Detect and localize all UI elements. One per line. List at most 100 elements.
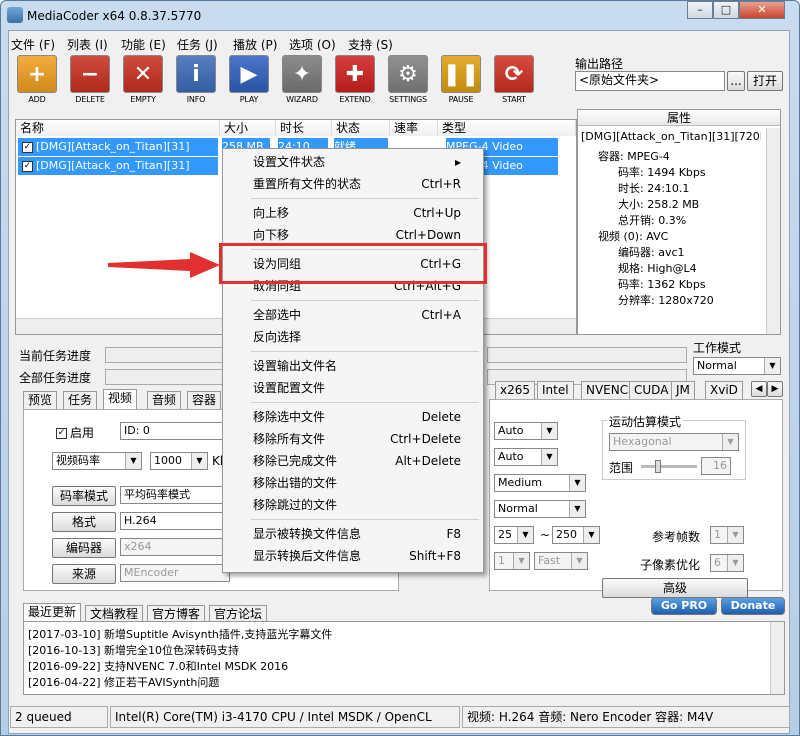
news-item[interactable]: [2016-10-13] 新增完全10位色深转码支持 xyxy=(28,642,239,658)
col-type[interactable]: 类型 xyxy=(438,120,576,136)
tab-video[interactable]: 视频 xyxy=(103,389,138,409)
x264-combo-7[interactable]: 1 ▼ xyxy=(494,552,530,570)
range-slider[interactable] xyxy=(641,460,697,473)
tab-audio[interactable]: 音频 xyxy=(147,391,182,409)
menu-list[interactable]: 列表 (I) xyxy=(67,36,108,53)
rate-mode-button[interactable]: 码率模式 xyxy=(52,486,116,506)
col-name[interactable]: 名称 xyxy=(16,120,220,136)
empty-button[interactable]: ✕ EMPTY xyxy=(119,55,167,107)
context-menu-item[interactable]: 设置文件状态 ▸ xyxy=(223,151,483,173)
menu-task[interactable]: 任务 (J) xyxy=(177,36,218,53)
format-value[interactable]: H.264 xyxy=(120,512,230,530)
col-rate[interactable]: 速率 xyxy=(390,120,438,136)
extend-button[interactable]: ✚ EXTEND xyxy=(331,55,379,107)
menu-function[interactable]: 功能 (E) xyxy=(121,36,166,53)
open-button[interactable]: 打开 xyxy=(747,71,783,91)
tab-cuda[interactable]: CUDA xyxy=(629,381,674,399)
context-menu-item[interactable]: 移除跳过的文件 xyxy=(223,494,483,516)
news-scrollbar[interactable] xyxy=(770,622,784,694)
context-menu-item[interactable]: 显示被转换文件信息 F8 xyxy=(223,523,483,545)
keyint-min-select[interactable]: 25 ▼ xyxy=(494,526,534,544)
subpel-select[interactable]: 6 ▼ xyxy=(710,554,744,572)
range-slider-thumb[interactable] xyxy=(655,460,661,473)
settings-button[interactable]: ⚙ SETTINGS xyxy=(384,55,432,107)
context-menu-item[interactable]: 显示转换后文件信息 Shift+F8 xyxy=(223,545,483,567)
output-path-input[interactable]: <原始文件夹> xyxy=(575,71,725,91)
context-menu-item[interactable]: 反向选择 xyxy=(223,326,483,348)
col-duration[interactable]: 时长 xyxy=(276,120,332,136)
tab-jm[interactable]: JM xyxy=(671,381,695,399)
workmode-select[interactable]: Normal ▼ xyxy=(693,357,781,375)
properties-scrollbar[interactable] xyxy=(766,128,780,334)
add-button[interactable]: + ADD xyxy=(13,55,61,107)
row-checkbox[interactable]: ✓ xyxy=(22,141,33,153)
donate-button[interactable]: Donate xyxy=(721,597,785,615)
pause-button[interactable]: ❚❚ PAUSE xyxy=(437,55,485,107)
prop-container[interactable]: 容器: MPEG-4 xyxy=(598,148,670,164)
col-size[interactable]: 大小 xyxy=(220,120,276,136)
tab-scroll-left-icon[interactable]: ◀ xyxy=(751,381,767,397)
start-button[interactable]: ⟳ START xyxy=(490,55,538,107)
tab-container[interactable]: 容器 xyxy=(187,391,222,409)
encoder-button[interactable]: 编码器 xyxy=(52,538,116,558)
format-button[interactable]: 格式 xyxy=(52,512,116,532)
source-value[interactable]: MEncoder xyxy=(120,564,230,582)
file-row-1[interactable]: ✓[DMG][Attack_on_Titan][31][720P... xyxy=(18,138,218,171)
bitrate-select[interactable]: 1000 ▼ xyxy=(150,452,208,470)
advanced-button[interactable]: 高级 xyxy=(602,578,748,598)
source-button[interactable]: 来源 xyxy=(52,564,116,584)
rate-mode-value[interactable]: 平均码率模式 xyxy=(120,486,230,504)
enable-checkbox[interactable]: ✓ 启用 xyxy=(52,424,94,441)
context-menu-item[interactable]: 向上移 Ctrl+Up xyxy=(223,202,483,224)
col-status[interactable]: 状态 xyxy=(332,120,390,136)
menu-support[interactable]: 支持 (S) xyxy=(348,36,393,53)
browse-button[interactable]: ... xyxy=(727,71,745,91)
tab-preview[interactable]: 预览 xyxy=(23,391,58,409)
menu-file[interactable]: 文件 (F) xyxy=(11,36,55,53)
context-menu-item[interactable]: 移除选中文件 Delete xyxy=(223,406,483,428)
news-item[interactable]: [2016-09-22] 支持NVENC 7.0和Intel MSDK 2016 xyxy=(28,658,288,674)
title-bar[interactable]: MediaCoder x64 0.8.37.5770 – □ ✕ xyxy=(1,1,799,29)
tune-select[interactable]: Normal ▼ xyxy=(494,500,586,518)
video-id-input[interactable]: ID: 0 xyxy=(120,422,230,440)
maximize-button[interactable]: □ xyxy=(713,1,739,19)
bitrate-mode-select[interactable]: 视频码率 ▼ xyxy=(52,452,142,470)
row-checkbox[interactable]: ✓ xyxy=(22,160,33,172)
minimize-button[interactable]: – xyxy=(687,1,713,19)
context-menu-item[interactable]: 移除所有文件 Ctrl+Delete xyxy=(223,428,483,450)
go-pro-button[interactable]: Go PRO xyxy=(651,597,717,615)
play-button[interactable]: ▶ PLAY xyxy=(225,55,273,107)
tab-nvenc[interactable]: NVENC xyxy=(581,381,634,399)
x264-combo-1[interactable]: Auto ▼ xyxy=(494,422,558,440)
wizard-button[interactable]: ✦ WIZARD xyxy=(278,55,326,107)
context-menu-item[interactable]: 设置配置文件 xyxy=(223,377,483,399)
info-button[interactable]: i INFO xyxy=(172,55,220,107)
tab-scroll-right-icon[interactable]: ▶ xyxy=(767,381,783,397)
x264-combo-2[interactable]: Auto ▼ xyxy=(494,448,558,466)
menu-play[interactable]: 播放 (P) xyxy=(233,36,277,53)
context-menu-item[interactable]: 移除出错的文件 xyxy=(223,472,483,494)
tab-recent-updates[interactable]: 最近更新 xyxy=(23,603,82,623)
context-menu-item[interactable]: 重置所有文件的状态 Ctrl+R xyxy=(223,173,483,195)
news-item[interactable]: [2017-03-10] 新增Suptitle Avisynth插件,支持蓝光字… xyxy=(28,626,332,642)
context-menu-item[interactable]: 设置输出文件名 xyxy=(223,355,483,377)
motion-select[interactable]: Hexagonal ▼ xyxy=(609,433,739,451)
close-button[interactable]: ✕ xyxy=(739,1,785,19)
tab-intel[interactable]: Intel xyxy=(537,381,574,399)
range-value[interactable]: 16 xyxy=(701,457,731,475)
delete-button[interactable]: − DELETE xyxy=(66,55,114,107)
keyint-max-select[interactable]: 250 ▼ xyxy=(552,526,600,544)
tab-x265[interactable]: x265 xyxy=(495,381,536,399)
file-row-2[interactable]: ✓ [DMG][Attack_on_Titan][31][720P... xyxy=(18,157,218,190)
tab-xvid[interactable]: XviD xyxy=(705,381,743,399)
prop-video[interactable]: 视频 (0): AVC xyxy=(598,228,668,244)
preset-select[interactable]: Medium ▼ xyxy=(494,474,586,492)
ref-frames-select[interactable]: 1 ▼ xyxy=(710,526,744,544)
tab-task[interactable]: 任务 xyxy=(63,391,98,409)
x264-combo-8[interactable]: Fast ▼ xyxy=(534,552,588,570)
encoder-value[interactable]: x264 xyxy=(120,538,230,556)
menu-options[interactable]: 选项 (O) xyxy=(289,36,336,53)
context-menu-item[interactable]: 移除已完成文件 Alt+Delete xyxy=(223,450,483,472)
context-menu-item[interactable]: 全部选中 Ctrl+A xyxy=(223,304,483,326)
news-item[interactable]: [2016-04-22] 修正若干AVISynth问题 xyxy=(28,674,219,690)
